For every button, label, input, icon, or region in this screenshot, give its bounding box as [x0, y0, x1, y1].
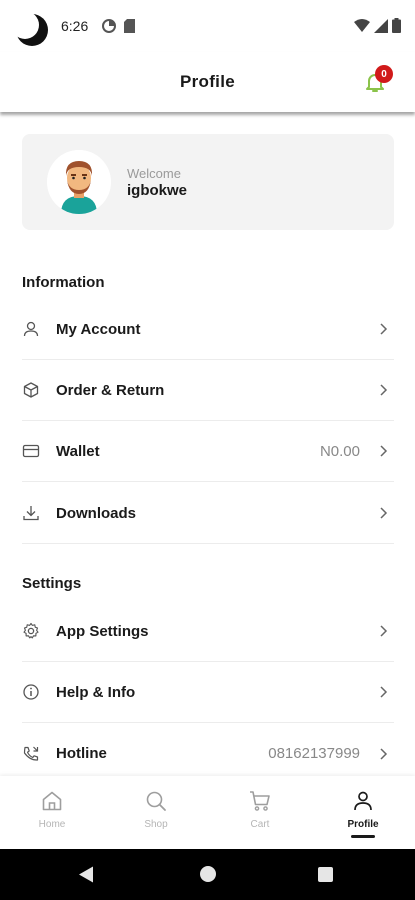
- wifi-icon: [354, 18, 370, 32]
- menu-item-label: Order & Return: [56, 381, 165, 399]
- menu-item-downloads[interactable]: Downloads: [22, 483, 394, 544]
- chevron-right-icon: [380, 384, 388, 396]
- nav-shop[interactable]: Shop: [104, 776, 208, 849]
- menu-item-label: Help & Info: [56, 683, 136, 701]
- menu-item-my-account[interactable]: My Account: [22, 299, 394, 360]
- info-icon: [23, 684, 39, 700]
- wallet-balance: N0.00: [319, 442, 360, 460]
- welcome-label: Welcome: [127, 166, 181, 181]
- menu-item-label: My Account: [56, 320, 141, 338]
- download-icon: [23, 506, 39, 521]
- menu-item-label: Wallet: [56, 442, 100, 460]
- search-icon: [146, 791, 166, 811]
- nav-label: Home: [38, 819, 66, 830]
- cart-icon: [250, 791, 270, 811]
- avatar[interactable]: [47, 150, 111, 214]
- notification-badge: 0: [375, 65, 393, 83]
- nav-label: Cart: [250, 819, 270, 830]
- status-bar: 6:26: [0, 0, 415, 52]
- hotline-number[interactable]: 08162137999: [268, 745, 360, 762]
- nav-label: Shop: [144, 819, 168, 830]
- app-header: Profile 0: [0, 52, 415, 112]
- gear-icon: [23, 622, 39, 639]
- back-icon[interactable]: [78, 866, 94, 883]
- user-icon: [23, 321, 39, 337]
- menu-item-wallet[interactable]: Wallet N0.00: [22, 421, 394, 482]
- chevron-right-icon: [380, 507, 388, 519]
- chevron-right-icon: [380, 625, 388, 637]
- menu-item-hotline[interactable]: Hotline 08162137999: [22, 723, 394, 784]
- active-tab-indicator: [351, 835, 375, 838]
- chevron-right-icon: [380, 747, 388, 760]
- avatar-image: [47, 150, 111, 214]
- battery-icon: [392, 18, 401, 33]
- nav-cart[interactable]: Cart: [208, 776, 312, 849]
- username: igbokwe: [127, 182, 188, 199]
- signal-icon: [374, 18, 388, 33]
- menu-item-label: Downloads: [56, 504, 137, 522]
- menu-item-help-info[interactable]: Help & Info: [22, 662, 394, 723]
- profile-icon: [354, 791, 372, 811]
- page-title: Profile: [179, 72, 235, 91]
- recents-button[interactable]: [318, 867, 333, 882]
- status-time: 6:26: [61, 18, 89, 34]
- bottom-nav: Home Shop Cart Profile: [0, 776, 415, 849]
- menu-item-order-return[interactable]: Order & Return: [22, 360, 394, 421]
- nav-label: Profile: [347, 819, 379, 830]
- welcome-card: Welcome igbokwe: [22, 134, 394, 230]
- home-button[interactable]: [200, 866, 216, 882]
- chevron-right-icon: [380, 445, 388, 457]
- menu-item-label: App Settings: [56, 622, 149, 640]
- chevron-right-icon: [380, 686, 388, 698]
- moon-icon: [14, 12, 48, 46]
- phone-icon: [23, 746, 39, 761]
- system-nav-bar: [0, 849, 415, 900]
- menu-item-app-settings[interactable]: App Settings: [22, 601, 394, 662]
- chevron-right-icon: [380, 323, 388, 335]
- data-saver-icon: [102, 19, 116, 33]
- home-icon: [42, 791, 62, 811]
- box-icon: [23, 382, 39, 398]
- nav-home[interactable]: Home: [0, 776, 104, 849]
- sd-card-icon: [124, 19, 135, 33]
- wallet-icon: [22, 444, 40, 458]
- menu-item-label: Hotline: [56, 745, 107, 762]
- section-title-information: Information: [22, 274, 105, 291]
- nav-profile[interactable]: Profile: [311, 776, 415, 849]
- section-title-settings: Settings: [22, 575, 82, 592]
